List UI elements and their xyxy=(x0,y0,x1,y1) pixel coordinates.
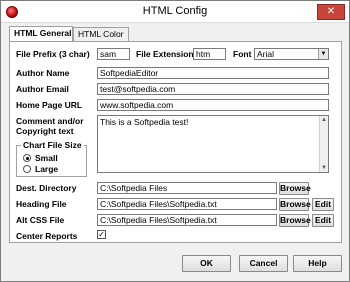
html-general-panel: File Prefix (3 char) sam File Extension … xyxy=(9,41,342,243)
dest-directory-label: Dest. Directory xyxy=(16,183,77,193)
center-reports-label: Center Reports xyxy=(16,231,78,241)
tab-html-general[interactable]: HTML General xyxy=(9,26,73,41)
dest-directory-input[interactable]: C:\Softpedia Files xyxy=(97,182,277,194)
comment-label-line2: Copyright text xyxy=(16,126,74,136)
heading-file-label: Heading File xyxy=(16,199,67,209)
large-radio[interactable] xyxy=(23,165,31,173)
heading-file-input[interactable]: C:\Softpedia Files\Softpedia.txt xyxy=(97,198,277,210)
author-email-input[interactable]: test@softpedia.com xyxy=(97,83,329,95)
alt-css-file-edit-button[interactable]: Edit xyxy=(312,214,334,227)
alt-css-file-browse-button[interactable]: Browse xyxy=(279,214,311,227)
comment-label-line1: Comment and/or xyxy=(16,116,84,126)
tab-html-color[interactable]: HTML Color xyxy=(73,27,129,41)
checkmark-icon: ✓ xyxy=(98,230,105,239)
heading-file-browse-button[interactable]: Browse xyxy=(279,198,311,211)
comment-textarea[interactable]: This is a Softpedia test! ▲ ▼ xyxy=(97,115,329,173)
title-bar: HTML Config ✕ xyxy=(1,1,349,23)
file-prefix-input[interactable]: sam xyxy=(97,48,130,60)
comment-scrollbar[interactable]: ▲ ▼ xyxy=(319,116,328,172)
alt-css-file-label: Alt CSS File xyxy=(16,215,65,225)
help-button[interactable]: Help xyxy=(293,255,342,272)
home-page-url-input[interactable]: www.softpedia.com xyxy=(97,99,329,111)
alt-css-file-input[interactable]: C:\Softpedia Files\Softpedia.txt xyxy=(97,214,277,226)
close-icon: ✕ xyxy=(326,6,336,17)
file-prefix-label: File Prefix (3 char) xyxy=(16,49,90,59)
chevron-down-icon[interactable]: ▼ xyxy=(318,49,328,59)
window-title: HTML Config xyxy=(142,5,208,17)
cancel-button[interactable]: Cancel xyxy=(239,255,288,272)
font-select-value: Arial xyxy=(257,49,275,59)
comment-text: This is a Softpedia test! xyxy=(100,117,189,127)
small-radio-label[interactable]: Small xyxy=(35,153,58,163)
font-select[interactable]: Arial ▼ xyxy=(254,48,329,60)
scroll-down-icon[interactable]: ▼ xyxy=(320,164,328,172)
close-button[interactable]: ✕ xyxy=(317,4,345,20)
heading-file-edit-button[interactable]: Edit xyxy=(312,198,334,211)
home-page-url-label: Home Page URL xyxy=(16,100,83,110)
chart-file-size-group: Chart File Size Small Large xyxy=(16,140,87,177)
file-extension-label: File Extension xyxy=(136,49,194,59)
font-label: Font xyxy=(233,49,252,59)
center-reports-checkbox[interactable]: ✓ xyxy=(97,230,106,239)
html-config-dialog: HTML Config ✕ HTML General HTML Color Fi… xyxy=(0,0,350,282)
ok-button[interactable]: OK xyxy=(182,255,231,272)
small-radio[interactable] xyxy=(23,154,31,162)
author-name-label: Author Name xyxy=(16,68,70,78)
author-name-input[interactable]: SoftpediaEditor xyxy=(97,67,329,79)
scroll-up-icon[interactable]: ▲ xyxy=(320,116,328,124)
author-email-label: Author Email xyxy=(16,84,69,94)
dest-directory-browse-button[interactable]: Browse xyxy=(279,182,311,195)
file-extension-input[interactable]: htm xyxy=(193,48,226,60)
chart-file-size-title: Chart File Size xyxy=(21,140,84,150)
large-radio-label[interactable]: Large xyxy=(35,164,58,174)
